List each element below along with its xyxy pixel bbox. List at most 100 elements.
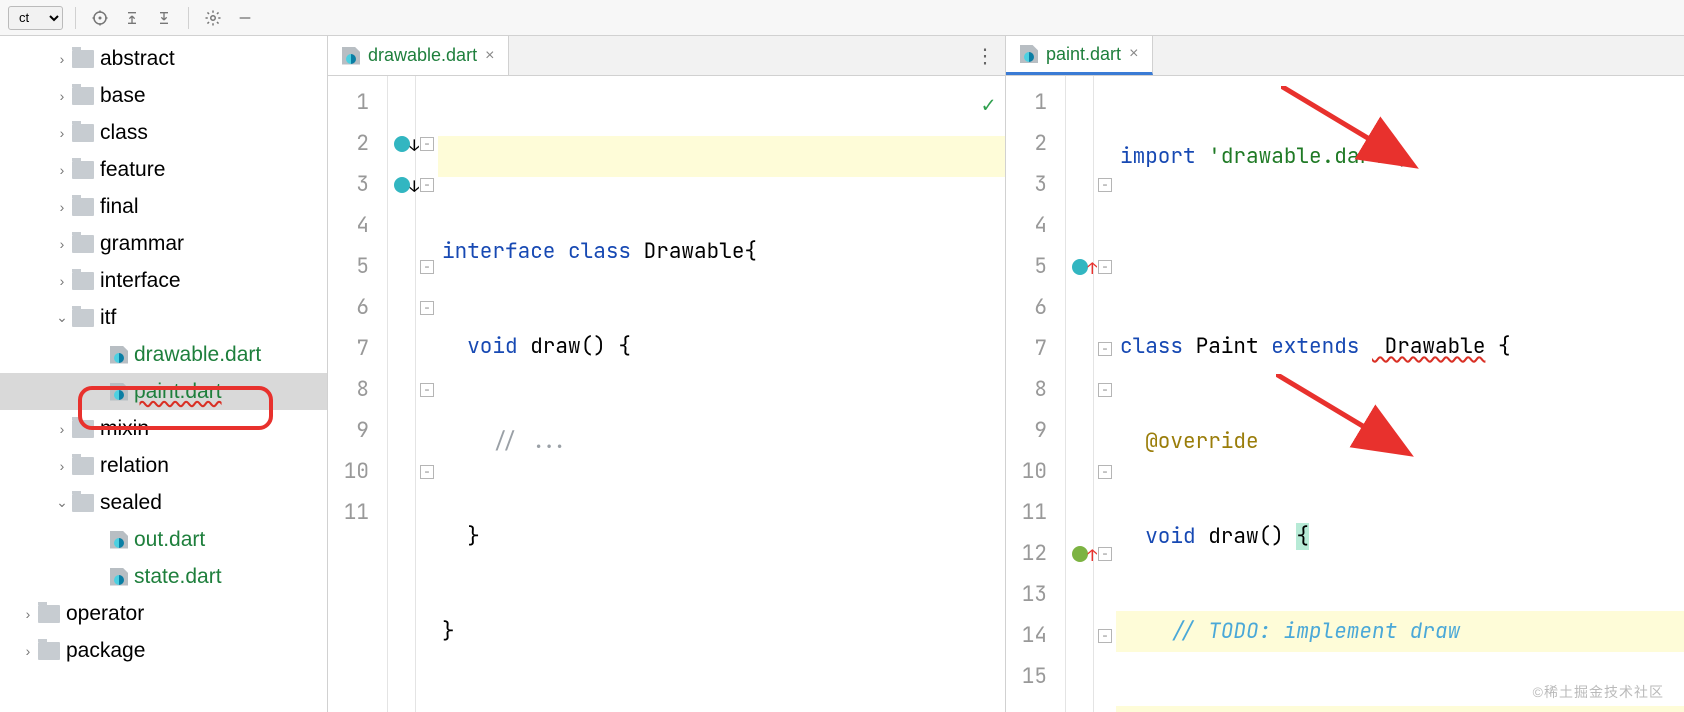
tree-arrow-icon[interactable]: › bbox=[52, 162, 72, 178]
collapse-all-icon[interactable] bbox=[152, 6, 176, 30]
target-selector[interactable]: ct bbox=[8, 6, 63, 30]
tree-arrow-icon[interactable]: › bbox=[52, 88, 72, 104]
file-tree-file[interactable]: drawable.dart bbox=[0, 336, 327, 373]
file-tree: ›abstract›base›class›feature›final›gramm… bbox=[0, 36, 327, 669]
tree-item-label: base bbox=[100, 84, 146, 108]
file-tree-folder[interactable]: › relation bbox=[0, 447, 327, 484]
file-tree-folder[interactable]: › package bbox=[0, 632, 327, 669]
tree-arrow-icon[interactable]: ⌄ bbox=[52, 309, 72, 326]
file-tree-folder[interactable]: ›grammar bbox=[0, 225, 327, 262]
override-up-icon[interactable] bbox=[1072, 259, 1088, 275]
tree-arrow-icon[interactable]: › bbox=[52, 51, 72, 67]
toolbar-separator bbox=[188, 7, 189, 29]
close-icon[interactable]: × bbox=[1129, 45, 1138, 63]
fold-toggle[interactable]: − bbox=[420, 178, 434, 192]
tree-item-label: operator bbox=[66, 602, 144, 626]
editor-pane-right: paint.dart × 123456789101112131415 − bbox=[1006, 36, 1684, 712]
file-tree-file[interactable]: paint.dart bbox=[0, 373, 327, 410]
expand-all-icon[interactable] bbox=[120, 6, 144, 30]
line-number: 9 bbox=[328, 410, 387, 451]
target-icon[interactable] bbox=[88, 6, 112, 30]
line-number: 7 bbox=[1006, 328, 1065, 369]
fold-gutter-left: − − − − − − bbox=[416, 76, 438, 712]
fold-toggle[interactable]: − bbox=[1098, 383, 1112, 397]
tab-overflow-icon[interactable]: ⋮ bbox=[975, 43, 995, 68]
file-tree-folder[interactable]: ›mixin bbox=[0, 410, 327, 447]
fold-toggle[interactable]: − bbox=[420, 383, 434, 397]
line-number: 1 bbox=[1006, 82, 1065, 123]
tree-item-label: drawable.dart bbox=[134, 343, 261, 367]
line-number: 11 bbox=[328, 492, 387, 533]
line-number: 4 bbox=[328, 205, 387, 246]
file-tree-folder[interactable]: ›feature bbox=[0, 151, 327, 188]
tree-arrow-icon[interactable]: › bbox=[52, 421, 72, 437]
file-tree-folder[interactable]: ›class bbox=[0, 114, 327, 151]
tree-item-label: package bbox=[66, 639, 145, 663]
editor-pane-left: drawable.dart × ⋮ 1234567891011 − − bbox=[328, 36, 1006, 712]
implements-up-icon[interactable] bbox=[1072, 546, 1088, 562]
tree-arrow-icon[interactable]: › bbox=[52, 458, 72, 474]
tree-arrow-icon[interactable]: › bbox=[18, 606, 38, 622]
folder-icon bbox=[72, 272, 94, 290]
line-number-gutter: 1234567891011 bbox=[328, 76, 388, 712]
folder-icon bbox=[72, 235, 94, 253]
code-area-right[interactable]: 123456789101112131415 − − − − bbox=[1006, 76, 1684, 712]
gear-icon[interactable] bbox=[201, 6, 225, 30]
tree-arrow-icon[interactable]: › bbox=[52, 273, 72, 289]
dart-file-icon bbox=[1020, 45, 1038, 63]
folder-icon bbox=[72, 494, 94, 512]
code-content-left[interactable]: interface class Drawable{ void draw() { … bbox=[438, 76, 1005, 712]
file-tree-folder[interactable]: ⌄ sealed bbox=[0, 484, 327, 521]
code-line bbox=[438, 706, 1005, 712]
fold-toggle[interactable]: − bbox=[420, 137, 434, 151]
tree-arrow-icon[interactable]: › bbox=[52, 199, 72, 215]
line-number: 10 bbox=[328, 451, 387, 492]
fold-toggle[interactable]: − bbox=[1098, 547, 1112, 561]
code-line: class Paint extends Drawable { bbox=[1116, 326, 1684, 367]
folder-icon bbox=[72, 457, 94, 475]
tree-arrow-icon[interactable]: › bbox=[52, 236, 72, 252]
code-area-left[interactable]: 1234567891011 − − − − − − bbox=[328, 76, 1005, 712]
fold-toggle[interactable]: − bbox=[1098, 260, 1112, 274]
editor-tabs-left: drawable.dart × ⋮ bbox=[328, 36, 1005, 76]
code-line: } bbox=[438, 611, 1005, 652]
file-tree-folder[interactable]: ›interface bbox=[0, 262, 327, 299]
fold-toggle[interactable]: − bbox=[1098, 342, 1112, 356]
file-tree-folder[interactable]: › final bbox=[0, 188, 327, 225]
tree-item-label: sealed bbox=[100, 491, 162, 515]
tab-paint[interactable]: paint.dart × bbox=[1006, 36, 1153, 75]
tree-item-label: out.dart bbox=[134, 528, 205, 552]
project-sidebar[interactable]: ›abstract›base›class›feature›final›gramm… bbox=[0, 36, 328, 712]
line-number: 5 bbox=[1006, 246, 1065, 287]
file-tree-file[interactable]: out.dart bbox=[0, 521, 327, 558]
fold-toggle[interactable]: − bbox=[420, 260, 434, 274]
override-down-icon[interactable] bbox=[394, 136, 410, 152]
code-content-right[interactable]: import 'drawable.dart'; class Paint exte… bbox=[1116, 76, 1684, 712]
minimize-icon[interactable] bbox=[233, 6, 257, 30]
override-down-icon[interactable] bbox=[394, 177, 410, 193]
file-tree-folder[interactable]: ⌄ itf bbox=[0, 299, 327, 336]
line-number: 4 bbox=[1006, 205, 1065, 246]
tree-arrow-icon[interactable]: › bbox=[18, 643, 38, 659]
fold-toggle[interactable]: − bbox=[1098, 465, 1112, 479]
close-icon[interactable]: × bbox=[485, 47, 494, 65]
fold-toggle[interactable]: − bbox=[1098, 178, 1112, 192]
file-tree-folder[interactable]: ›abstract bbox=[0, 40, 327, 77]
gutter-icons-left bbox=[388, 76, 416, 712]
fold-toggle[interactable]: − bbox=[420, 465, 434, 479]
folder-icon bbox=[72, 198, 94, 216]
tree-item-label: final bbox=[100, 195, 139, 219]
tree-arrow-icon[interactable]: › bbox=[52, 125, 72, 141]
file-tree-folder[interactable]: › base bbox=[0, 77, 327, 114]
line-number: 6 bbox=[328, 287, 387, 328]
file-tree-folder[interactable]: › operator bbox=[0, 595, 327, 632]
tree-item-label: relation bbox=[100, 454, 169, 478]
file-tree-file[interactable]: state.dart bbox=[0, 558, 327, 595]
dart-file-icon bbox=[110, 383, 128, 401]
tab-drawable[interactable]: drawable.dart × bbox=[328, 36, 509, 75]
toolbar-separator bbox=[75, 7, 76, 29]
tree-item-label: itf bbox=[100, 306, 116, 330]
fold-toggle[interactable]: − bbox=[420, 301, 434, 315]
fold-toggle[interactable]: − bbox=[1098, 629, 1112, 643]
tree-arrow-icon[interactable]: ⌄ bbox=[52, 494, 72, 511]
